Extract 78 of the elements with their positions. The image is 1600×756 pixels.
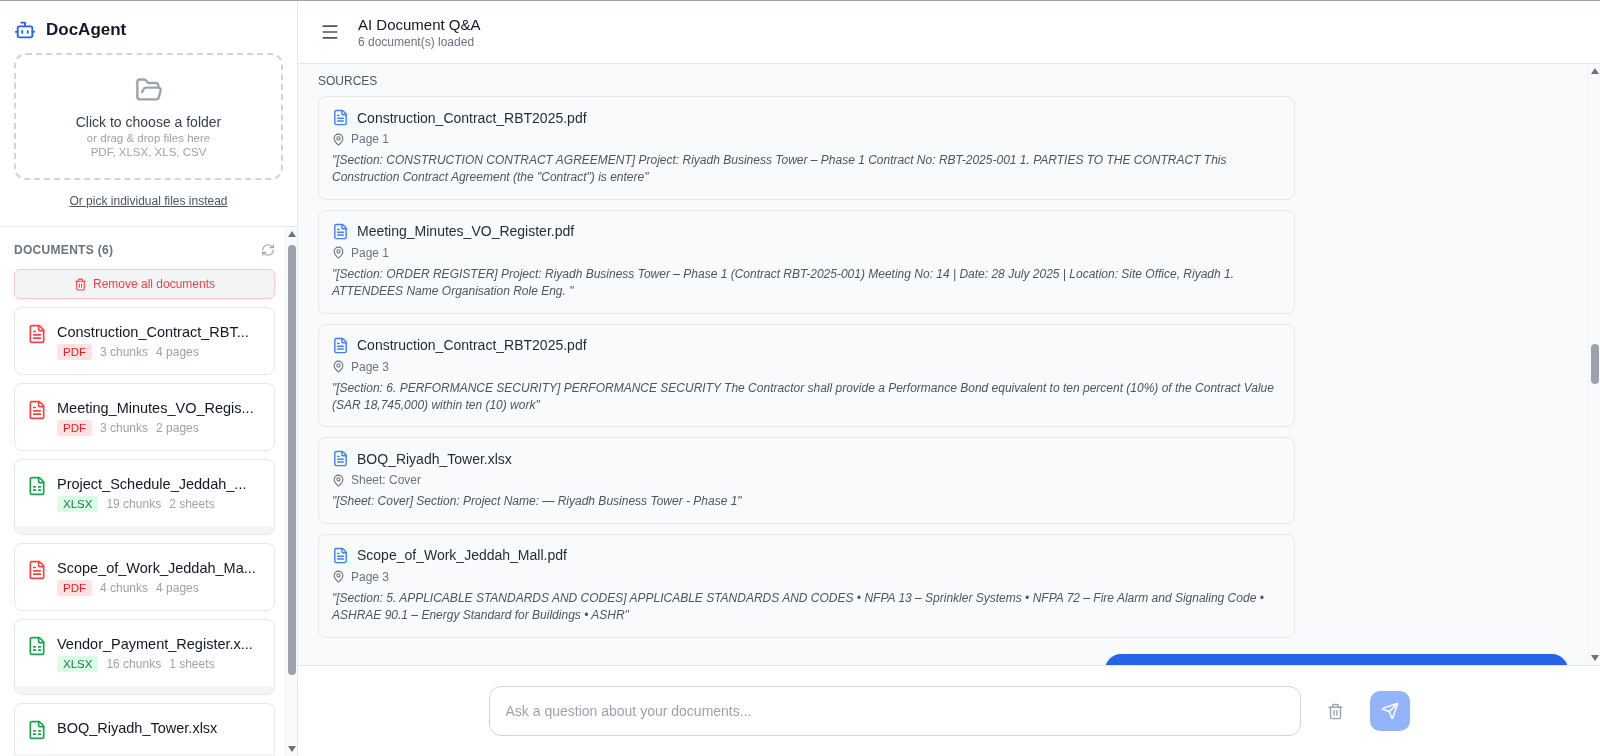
pick-files-link[interactable]: Or pick individual files instead [69,194,228,208]
menu-button[interactable] [320,22,340,42]
file-type-tag: PDF [57,580,92,596]
document-card[interactable]: Vendor_Payment_Register.x... XLSX 16 chunks 1 sheets [14,619,275,695]
menu-icon [320,22,340,42]
spreadsheet-icon [27,476,47,496]
location-pin-icon [332,360,345,374]
chunk-count: 4 chunks [100,581,149,595]
trash-icon [1326,702,1344,720]
source-excerpt: "[Section: CONSTRUCTION CONTRACT AGREEMENT] Project: Riyadh Business Tower – Phase 1 Contract No: RBT-2025-001 1. PARTIES TO THE CONTRACT This Construction Contract Agreement (the "Contract") is entere" [332,152,1228,187]
chunk-count: 16 chunks [106,657,162,671]
source-excerpt: "[Sheet: Cover] Section: Project Name: — Riyadh Business Tower - Phase 1" [332,493,743,511]
source-file-name: Construction_Contract_RBT2025.pdf [357,337,587,354]
page-count: 4 pages [156,581,199,595]
scrollbar[interactable] [1588,64,1600,665]
chunk-count: 3 chunks [100,421,149,435]
document-name: Construction_Contract_RBT... [57,324,249,340]
folder-drop-zone[interactable]: Click to choose a folder or drag & drop files here PDF, XLSX, XLS, CSV [14,53,283,180]
document-card[interactable]: Project_Schedule_Jeddah_... XLSX 19 chunks 2 sheets [14,459,275,535]
document-card[interactable]: Scope_of_Work_Jeddah_Ma... PDF 4 chunks 4 pages [14,543,275,611]
document-card[interactable]: Construction_Contract_RBT... PDF 3 chunks 4 pages [14,307,275,375]
source-location: Page 3 [351,359,390,374]
document-card[interactable]: BOQ_Riyadh_Tower.xlsx [14,703,275,756]
source-excerpt: "[Section: ORDER REGISTER] Project: Riyadh Business Tower – Phase 1 (Contract RBT-2025-001) Meeting No: 14 | Date: 28 July 2025 | Location: Site Office, Riyadh 1. ATTENDEES Name Organisation Role Eng. " [332,265,1236,301]
document-name: Vendor_Payment_Register.x... [57,636,253,652]
drop-zone-hint: or drag & drop files here [86,131,211,144]
document-icon [27,324,47,344]
document-name: BOQ_Riyadh_Tower.xlsx [57,720,218,736]
documents-loaded-count: 6 document(s) loaded [358,34,476,49]
brand-name: DocAgent [46,20,127,40]
chunk-count: 19 chunks [106,497,162,511]
chunk-count: 3 chunks [100,345,149,359]
page-count: 2 sheets [169,497,215,511]
file-type-tag: XLSX [57,656,99,672]
source-file-name: Construction_Contract_RBT2025.pdf [357,109,587,126]
drop-zone-title: Click to choose a folder [75,113,222,130]
robot-icon [14,19,36,41]
source-file-name: Scope_of_Work_Jeddah_Mall.pdf [357,547,567,564]
source-location: Page 3 [351,569,390,584]
source-file-name: BOQ_Riyadh_Tower.xlsx [357,450,512,467]
document-icon [332,222,349,240]
spreadsheet-icon [27,720,47,740]
file-type-tag: XLSX [57,496,99,512]
document-name: Scope_of_Work_Jeddah_Ma... [57,560,256,576]
page-count: 4 pages [156,345,199,359]
source-excerpt: "[Section: 6. PERFORMANCE SECURITY] PERFORMANCE SECURITY The Contractor shall provide a Performance Bond equivalent to ten percent (10%) of the Contract Value (SAR 18,745,000) within ten (10) work" [332,379,1275,414]
document-icon [332,450,349,468]
document-icon [332,546,349,564]
source-file-name: Meeting_Minutes_VO_Register.pdf [357,223,575,240]
file-type-tag: PDF [57,420,92,436]
sources-heading: SOURCES [318,74,379,88]
question-input-field[interactable]: Ask a question about your documents... [488,686,1301,736]
location-pin-icon [332,246,345,260]
document-name: Meeting_Minutes_VO_Regis... [57,400,254,416]
source-location: Page 1 [351,132,390,146]
document-icon [27,400,47,420]
file-type-tag: PDF [57,344,92,360]
send-icon [1380,702,1399,720]
location-pin-icon [332,570,345,584]
location-pin-icon [332,473,345,487]
scrollbar[interactable] [285,227,297,756]
page-count: 1 sheets [169,657,215,671]
trash-icon [73,277,87,291]
document-icon [27,560,47,580]
location-pin-icon [332,132,345,146]
source-location: Page 1 [351,245,390,260]
document-icon [332,109,349,126]
source-excerpt: "[Section: 5. APPLICABLE STANDARDS AND CODES] APPLICABLE STANDARDS AND CODES • NFPA 13 – Sprinkler Systems • NFPA 72 – Fire Alarm and Signaling Code • ASHRAE 90.1 – Energy Standard for Buildings • ASHR" [332,589,1265,625]
document-name: Project_Schedule_Jeddah_... [57,476,247,492]
spreadsheet-icon [27,636,47,656]
page-count: 2 pages [156,421,199,435]
document-icon [332,336,349,354]
page-title: AI Document Q&A [358,15,481,33]
document-card[interactable]: Meeting_Minutes_VO_Regis... PDF 3 chunks 2 pages [14,383,275,451]
file-formats: PDF, XLSX, XLS, CSV [90,145,207,158]
documents-heading: DOCUMENTS (6) [14,243,114,257]
refresh-icon[interactable] [261,243,275,257]
source-location: Sheet: Cover [351,473,422,488]
